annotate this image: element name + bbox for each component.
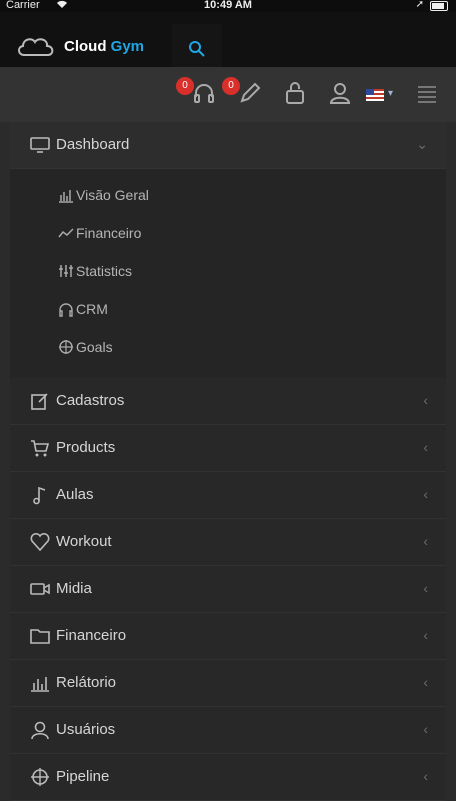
battery-icon [430, 1, 448, 11]
language-caret-icon[interactable]: ▾ [388, 88, 393, 99]
chevron-down-icon: ⌄ [416, 136, 428, 152]
submenu-item-crm[interactable]: CRM [58, 301, 108, 325]
line-chart-icon [58, 228, 74, 238]
music-note-icon [33, 486, 46, 505]
equalizer-icon [59, 265, 73, 277]
chevron-left-icon: ‹ [423, 627, 428, 643]
search-icon [189, 41, 205, 57]
chevron-left-icon: ‹ [423, 580, 428, 596]
chevron-left-icon: ‹ [423, 439, 428, 455]
submenu-item-statistics[interactable]: Statistics [58, 263, 132, 287]
support-badge: 0 [176, 77, 194, 95]
sidebar-item-midia[interactable]: Midia ‹ [10, 566, 446, 613]
headphones-icon [59, 303, 73, 317]
sidebar-item-label: Aulas [56, 486, 94, 503]
status-bar: Carrier 10:49 AM ➚ [0, 0, 456, 12]
chevron-left-icon: ‹ [423, 721, 428, 737]
brand-name: Cloud Gym [64, 38, 145, 55]
chevron-left-icon: ‹ [423, 674, 428, 690]
headphones-icon [194, 84, 214, 103]
target-icon [59, 340, 73, 354]
chevron-left-icon: ‹ [423, 486, 428, 502]
submenu-item-visao-geral[interactable]: Visão Geral [58, 187, 149, 211]
sidebar-item-label: Relátorio [56, 674, 117, 691]
sidebar-item-financeiro[interactable]: Financeiro ‹ [10, 613, 446, 660]
us-flag-icon[interactable] [366, 89, 384, 101]
pencil-icon [240, 82, 261, 103]
profile-button[interactable] [328, 81, 354, 107]
video-camera-icon [30, 583, 50, 595]
lock-icon [286, 82, 304, 104]
edit-icon [31, 393, 48, 410]
monitor-icon [30, 137, 50, 153]
sidebar-item-cadastros[interactable]: Cadastros ‹ [10, 378, 446, 425]
dashboard-submenu: Visão Geral Financeiro Statistics CRM Go… [10, 169, 446, 377]
support-button[interactable]: 0 [176, 77, 218, 107]
edit-badge: 0 [222, 77, 240, 95]
target-icon [31, 768, 49, 786]
brand-logo[interactable]: Cloud Gym [16, 32, 156, 62]
sidebar-item-label: Financeiro [56, 627, 127, 644]
user-icon [31, 721, 49, 740]
cart-icon [31, 440, 50, 457]
sidebar-item-label: Products [56, 439, 116, 456]
sidebar-item-label: Workout [56, 533, 112, 550]
chevron-left-icon: ‹ [423, 533, 428, 549]
sidebar-item-label: Dashboard [56, 136, 130, 153]
chevron-left-icon: ‹ [423, 392, 428, 408]
sidebar-item-products[interactable]: Products ‹ [10, 425, 446, 472]
sidebar-item-aulas[interactable]: Aulas ‹ [10, 472, 446, 519]
edit-button[interactable]: 0 [222, 77, 264, 107]
submenu-item-financeiro[interactable]: Financeiro [58, 225, 141, 249]
sidebar-item-label: Midia [56, 580, 92, 597]
report-chart-icon [31, 677, 49, 692]
sidebar-item-label: Pipeline [56, 768, 110, 785]
menu-toggle-icon[interactable] [418, 86, 436, 103]
sidebar-item-label: Cadastros [56, 392, 125, 409]
top-navbar: Cloud Gym [0, 12, 456, 79]
sidebar-item-workout[interactable]: Workout ‹ [10, 519, 446, 566]
submenu-item-goals[interactable]: Goals [58, 339, 113, 363]
sidebar-item-usuarios[interactable]: Usuários ‹ [10, 707, 446, 754]
lock-button[interactable] [284, 81, 310, 107]
sidebar-menu: Dashboard ⌄ Visão Geral Financeiro Stati… [10, 122, 446, 801]
chevron-left-icon: ‹ [423, 768, 428, 784]
cloud-icon [18, 38, 54, 56]
location-icon: ➚ [415, 0, 424, 10]
sidebar-item-pipeline[interactable]: Pipeline ‹ [10, 754, 446, 801]
sidebar-item-dashboard[interactable]: Dashboard ⌄ [10, 122, 446, 169]
bar-chart-icon [59, 190, 73, 203]
sidebar-item-label: Usuários [56, 721, 116, 738]
folder-icon [30, 629, 50, 644]
clock: 10:49 AM [204, 0, 252, 11]
user-icon [329, 83, 351, 104]
sidebar-item-relatorio[interactable]: Relátorio ‹ [10, 660, 446, 707]
heart-icon [30, 532, 50, 552]
